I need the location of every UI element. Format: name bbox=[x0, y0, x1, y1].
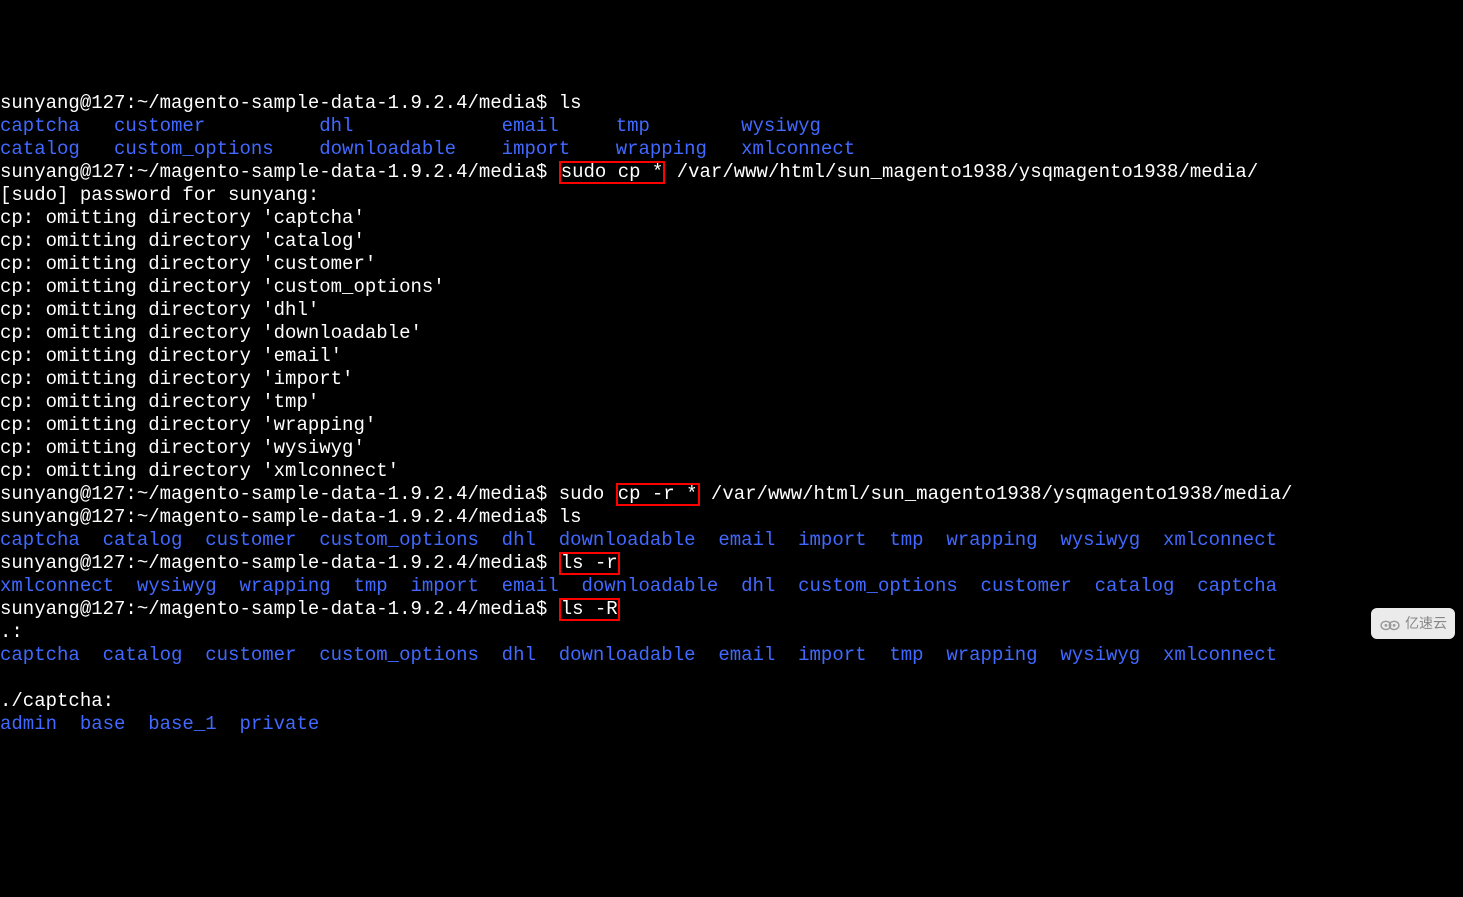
directory-listing: xmlconnect wysiwyg wrapping tmp import e… bbox=[0, 575, 1277, 597]
shell-prompt: sunyang@127:~/magento-sample-data-1.9.2.… bbox=[0, 483, 1463, 506]
watermark-badge: 亿速云 bbox=[1371, 608, 1455, 639]
output-line: ./captcha: bbox=[0, 690, 1463, 713]
output-line: cp: omitting directory 'import' bbox=[0, 368, 1463, 391]
directory-listing: admin base base_1 private bbox=[0, 713, 319, 735]
shell-prompt: sunyang@127:~/magento-sample-data-1.9.2.… bbox=[0, 552, 1463, 575]
shell-prompt: sunyang@127:~/magento-sample-data-1.9.2.… bbox=[0, 92, 582, 114]
output-line: cp: omitting directory 'catalog' bbox=[0, 230, 1463, 253]
output-line: cp: omitting directory 'downloadable' bbox=[0, 322, 1463, 345]
directory-listing: catalog custom_options downloadable impo… bbox=[0, 138, 855, 160]
highlight-box: sudo cp * bbox=[559, 161, 666, 184]
output-line: cp: omitting directory 'wrapping' bbox=[0, 414, 1463, 437]
directory-listing: captcha customer dhl email tmp wysiwyg bbox=[0, 115, 821, 137]
highlight-box: cp -r * bbox=[616, 483, 700, 506]
highlight-box: ls -r bbox=[559, 552, 620, 575]
output-line: cp: omitting directory 'xmlconnect' bbox=[0, 460, 1463, 483]
watermark-text: 亿速云 bbox=[1405, 612, 1447, 635]
output-line: cp: omitting directory 'email' bbox=[0, 345, 1463, 368]
output-line: cp: omitting directory 'dhl' bbox=[0, 299, 1463, 322]
terminal-output[interactable]: sunyang@127:~/magento-sample-data-1.9.2.… bbox=[0, 92, 1463, 736]
cloud-icon bbox=[1379, 617, 1401, 631]
highlight-box: ls -R bbox=[559, 598, 620, 621]
directory-listing: captcha catalog customer custom_options … bbox=[0, 529, 1277, 551]
output-line: cp: omitting directory 'customer' bbox=[0, 253, 1463, 276]
output-line: [sudo] password for sunyang: bbox=[0, 184, 1463, 207]
output-line: cp: omitting directory 'captcha' bbox=[0, 207, 1463, 230]
output-line: cp: omitting directory 'custom_options' bbox=[0, 276, 1463, 299]
output-line: cp: omitting directory 'tmp' bbox=[0, 391, 1463, 414]
output-line: .: bbox=[0, 621, 1463, 644]
output-line: cp: omitting directory 'wysiwyg' bbox=[0, 437, 1463, 460]
directory-listing: captcha catalog customer custom_options … bbox=[0, 644, 1277, 666]
shell-prompt: sunyang@127:~/magento-sample-data-1.9.2.… bbox=[0, 598, 1463, 621]
shell-prompt: sunyang@127:~/magento-sample-data-1.9.2.… bbox=[0, 506, 582, 528]
shell-prompt: sunyang@127:~/magento-sample-data-1.9.2.… bbox=[0, 161, 1463, 184]
